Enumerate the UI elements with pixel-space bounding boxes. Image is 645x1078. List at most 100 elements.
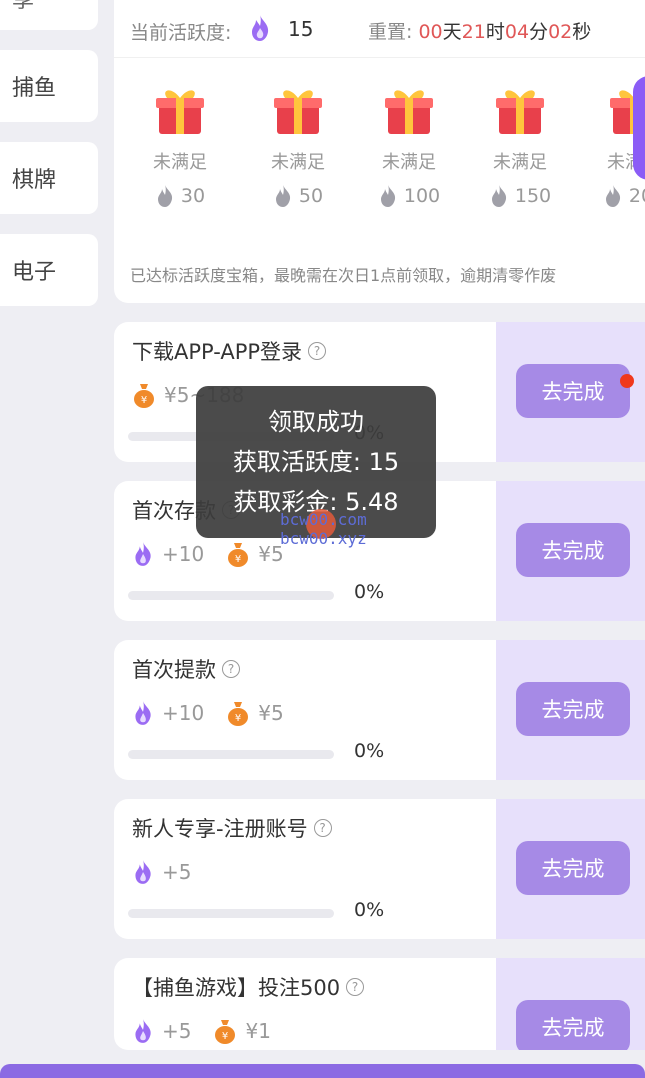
notification-dot	[620, 374, 634, 388]
chest-need: 150	[470, 184, 570, 208]
chest-notice: 已达标活跃度宝箱，最晚需在次日1点前领取，逾期清零作废	[130, 266, 557, 285]
svg-text:¥: ¥	[235, 554, 241, 565]
chest-need-value: 30	[180, 185, 206, 207]
task-rewards: +5	[132, 859, 213, 885]
reward-value: +5	[162, 1019, 192, 1043]
watermark-line: bcw00.xyz	[280, 529, 367, 548]
chest-need: 200	[584, 184, 645, 208]
progress-text: 0%	[354, 581, 385, 603]
reward-value: ¥1	[245, 1019, 271, 1043]
help-icon[interactable]: ?	[313, 819, 332, 837]
countdown-days: 00	[418, 21, 443, 43]
reward-flame: +10	[132, 541, 204, 567]
progress-text: 0%	[354, 740, 385, 762]
go-complete-button[interactable]: 去完成	[516, 1000, 630, 1050]
sidebar-item-label: 棋牌	[12, 168, 57, 193]
watermark: bcw00.com bcw00.xyz	[280, 510, 367, 548]
task-card: 首次提款? +10 ¥ ¥5 0% 去完成	[114, 640, 645, 780]
gift-icon	[156, 90, 204, 134]
sidebar-item-fishing[interactable]: 捕鱼	[0, 50, 98, 122]
sidebar-item-label: 捕鱼	[12, 76, 57, 101]
reward-value: +5	[162, 860, 192, 884]
chest-state: 未满足	[153, 152, 207, 173]
reward-flame: +10	[132, 700, 204, 726]
flame-icon	[248, 14, 272, 47]
help-icon[interactable]: ?	[308, 342, 327, 360]
bottom-action-bar[interactable]	[0, 1064, 645, 1078]
countdown-minutes: 04	[504, 21, 530, 43]
chest-item[interactable]: 未满足 50	[248, 82, 348, 208]
sidebar-item-electronic[interactable]: 电子	[0, 234, 98, 306]
flame-icon	[135, 701, 151, 725]
countdown-hours-unit: 时	[485, 21, 505, 43]
progress-bar	[128, 909, 334, 918]
go-complete-button[interactable]: 去完成	[516, 682, 630, 736]
reward-value: +10	[162, 542, 205, 566]
go-complete-button[interactable]: 去完成	[516, 364, 630, 418]
task-rewards: +10 ¥ ¥5	[132, 700, 306, 726]
svg-text:¥: ¥	[222, 1031, 228, 1042]
money-bag-icon: ¥	[134, 384, 154, 408]
reward-money: ¥ ¥5	[226, 700, 284, 726]
help-icon[interactable]: ?	[346, 978, 365, 996]
activity-card: 当前活跃度: 15 重置: 00天21时04分02秒 未满足 30 未满足 50…	[114, 0, 645, 303]
reset-label: 重置:	[368, 21, 413, 43]
sidebar-item-chess[interactable]: 棋牌	[0, 142, 98, 214]
chest-item[interactable]: 未满足 150	[470, 82, 570, 208]
countdown-hours: 21	[461, 21, 486, 43]
flame-icon	[135, 1019, 151, 1043]
task-rewards: +5 ¥ ¥1	[132, 1018, 293, 1044]
chest-need-value: 200	[628, 185, 645, 207]
task-card: 【捕鱼游戏】投注500? +5 ¥ ¥1 去完成	[114, 958, 645, 1050]
task-title-text: 首次提款	[132, 658, 216, 682]
task-title-text: 新人专享-注册账号	[132, 817, 308, 841]
sidebar-item-label: 新人专享	[12, 0, 35, 13]
svg-text:¥: ¥	[141, 395, 147, 406]
flame-icon	[135, 542, 151, 566]
countdown-seconds-unit: 秒	[572, 21, 592, 43]
flame-icon	[380, 185, 395, 207]
progress-bar	[128, 591, 334, 600]
chest-state: 未满足	[382, 152, 436, 173]
help-icon[interactable]: ?	[222, 660, 240, 678]
reset-countdown: 重置: 00天21时04分02秒	[368, 17, 591, 44]
chest-need-value: 100	[403, 185, 441, 207]
reward-flame: +5	[132, 859, 191, 885]
progress-bar	[128, 750, 334, 759]
chest-need: 30	[130, 184, 230, 208]
sidebar-item-newcomer[interactable]: 新人专享	[0, 0, 98, 30]
chest-need-value: 150	[514, 185, 552, 207]
chest-need: 100	[359, 184, 459, 208]
task-title-text: 下载APP-APP登录	[132, 340, 303, 364]
task-title: 首次提款?	[132, 654, 240, 684]
gift-icon	[385, 90, 433, 134]
chest-state: 未满足	[271, 152, 325, 173]
task-title: 【捕鱼游戏】投注500?	[132, 972, 365, 1002]
floating-badge[interactable]	[633, 76, 645, 180]
money-bag-icon: ¥	[215, 1020, 236, 1044]
chest-need-value: 50	[298, 185, 324, 207]
chest-item[interactable]: 未满足 30	[130, 82, 230, 208]
reward-value: +10	[162, 701, 205, 725]
reward-flame: +5	[132, 1018, 191, 1044]
go-complete-button[interactable]: 去完成	[516, 841, 630, 895]
money-bag-icon: ¥	[228, 543, 249, 567]
countdown-seconds: 02	[548, 21, 573, 43]
flame-icon	[605, 185, 620, 207]
money-bag-icon: ¥	[228, 702, 249, 726]
progress-text: 0%	[354, 899, 385, 921]
task-title: 下载APP-APP登录?	[132, 336, 327, 366]
sidebar-item-label: 电子	[12, 260, 57, 285]
chest-item[interactable]: 未满足 100	[359, 82, 459, 208]
activity-label: 当前活跃度:	[130, 22, 232, 44]
countdown-days-unit: 天	[442, 21, 462, 43]
flame-icon	[275, 185, 291, 207]
flame-icon	[135, 860, 151, 884]
gift-icon	[496, 90, 544, 134]
activity-value: 15	[288, 17, 314, 41]
toast-activity: 获取活跃度: 15	[232, 448, 400, 476]
go-complete-button[interactable]: 去完成	[516, 523, 630, 577]
svg-text:¥: ¥	[235, 713, 241, 724]
flame-icon	[491, 185, 506, 207]
reward-money: ¥ ¥1	[213, 1018, 271, 1044]
